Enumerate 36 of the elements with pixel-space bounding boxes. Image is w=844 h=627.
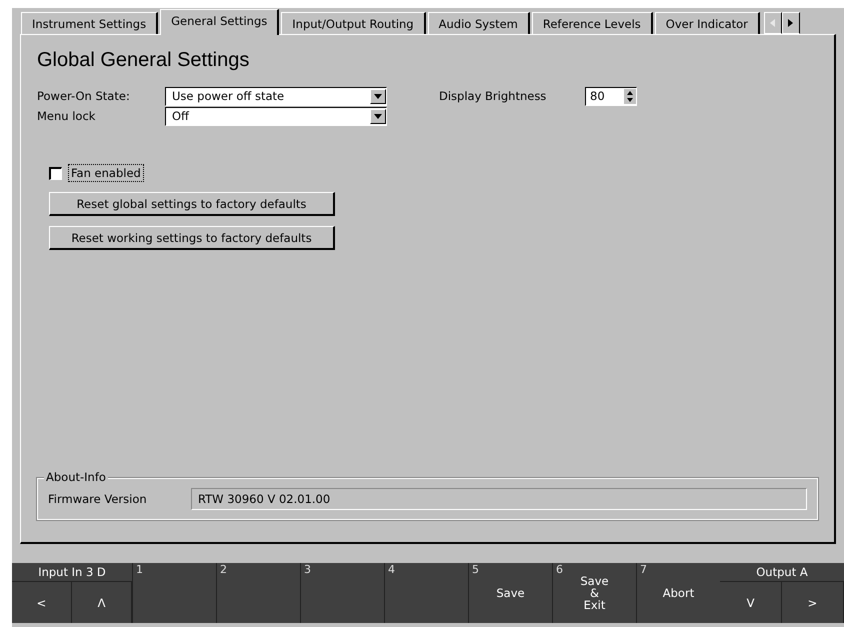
- tab[interactable]: General Settings: [160, 9, 280, 35]
- key-number: 6: [556, 564, 563, 576]
- tab[interactable]: Input/Output Routing: [281, 12, 426, 34]
- field-label: Firmware Version: [48, 492, 148, 506]
- power-on-state-dropdown[interactable]: Use power off state: [165, 86, 387, 106]
- key-number: 2: [220, 564, 227, 576]
- key-number: 4: [388, 564, 395, 576]
- right-triangle-icon: [788, 19, 794, 27]
- field-label: Menu lock: [37, 109, 96, 123]
- dropdown-arrow-icon: [374, 94, 382, 98]
- spin-arrows-icon: [624, 88, 636, 104]
- firmware-version-field: RTW 30960 V 02.01.00: [191, 488, 807, 510]
- group-title: About-Info: [44, 470, 108, 484]
- key-label: Save & Exit: [580, 575, 609, 611]
- tab[interactable]: Audio System: [428, 12, 530, 34]
- brightness-spinbox[interactable]: 80: [585, 86, 637, 106]
- checkbox-label[interactable]: Fan enabled: [68, 164, 144, 182]
- key-number: 3: [304, 564, 311, 576]
- tab[interactable]: Over Indicator: [654, 12, 760, 34]
- key-number: 5: [472, 564, 479, 576]
- tab[interactable]: Instrument Settings: [21, 12, 158, 34]
- checkbox[interactable]: [49, 166, 62, 180]
- key-label: Save: [496, 587, 525, 599]
- key-number: 7: [640, 564, 647, 576]
- scroll-right-button[interactable]: [782, 12, 800, 34]
- reset-button[interactable]: Reset working settings to factory defaults: [49, 226, 335, 250]
- field-label: Display Brightness: [439, 89, 548, 103]
- key-label: Abort: [662, 587, 694, 599]
- key-number: 1: [136, 564, 143, 576]
- dropdown-arrow-icon: [374, 114, 382, 118]
- page-heading: Global General Settings: [37, 49, 250, 72]
- left-triangle-icon: [770, 19, 776, 27]
- tab[interactable]: Reference Levels: [532, 12, 653, 34]
- menu-lock-dropdown[interactable]: Off: [165, 106, 387, 126]
- reset-button[interactable]: Reset global settings to factory defaults: [49, 192, 335, 216]
- field-label: Power-On State:: [37, 89, 131, 103]
